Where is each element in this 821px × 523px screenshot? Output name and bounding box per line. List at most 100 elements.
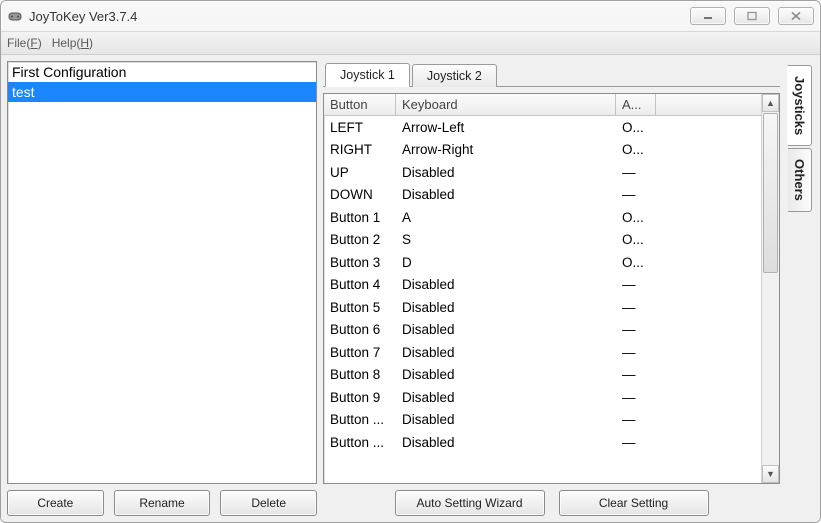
table-body: LEFTArrow-LeftO...RIGHTArrow-RightO...UP… xyxy=(324,116,761,454)
cell-keyboard: Arrow-Right xyxy=(396,142,616,157)
left-panel: First Configurationtest Create Rename De… xyxy=(7,61,317,516)
cell-button: DOWN xyxy=(324,187,396,202)
cell-a: O... xyxy=(616,255,656,270)
cell-a: — xyxy=(616,277,656,292)
main-panel: Joystick 1 Joystick 2 Button Keyboard A.… xyxy=(323,61,780,516)
joystick-tabs: Joystick 1 Joystick 2 xyxy=(323,61,780,87)
cell-keyboard: Disabled xyxy=(396,322,616,337)
app-icon xyxy=(7,8,23,24)
cell-a: — xyxy=(616,390,656,405)
list-item[interactable]: test xyxy=(8,82,316,102)
cell-keyboard: Disabled xyxy=(396,165,616,180)
cell-keyboard: Disabled xyxy=(396,435,616,450)
cell-button: Button 9 xyxy=(324,390,396,405)
table-row[interactable]: Button 1AO... xyxy=(324,206,761,229)
table-row[interactable]: LEFTArrow-LeftO... xyxy=(324,116,761,139)
col-header-a[interactable]: A... xyxy=(616,94,656,115)
vtab-joysticks[interactable]: Joysticks xyxy=(787,65,812,146)
clear-setting-button[interactable]: Clear Setting xyxy=(559,490,709,516)
cell-keyboard: D xyxy=(396,255,616,270)
cell-button: Button 8 xyxy=(324,367,396,382)
auto-setting-wizard-button[interactable]: Auto Setting Wizard xyxy=(395,490,545,516)
menubar: File(F) Help(H) xyxy=(1,31,820,55)
cell-keyboard: Disabled xyxy=(396,367,616,382)
cell-keyboard: A xyxy=(396,210,616,225)
cell-a: — xyxy=(616,165,656,180)
tab-joystick-2[interactable]: Joystick 2 xyxy=(412,64,497,87)
cell-a: — xyxy=(616,322,656,337)
cell-keyboard: Disabled xyxy=(396,187,616,202)
config-listbox[interactable]: First Configurationtest xyxy=(7,61,317,484)
col-header-spacer xyxy=(656,94,761,115)
cell-button: LEFT xyxy=(324,120,396,135)
create-button[interactable]: Create xyxy=(7,490,104,516)
table-row[interactable]: RIGHTArrow-RightO... xyxy=(324,139,761,162)
table-row[interactable]: Button 2SO... xyxy=(324,229,761,252)
cell-button: Button ... xyxy=(324,435,396,450)
config-button-row: Create Rename Delete xyxy=(7,490,317,516)
vertical-tabs: Joysticks Others xyxy=(786,61,814,516)
window-buttons xyxy=(690,7,814,25)
cell-keyboard: Disabled xyxy=(396,345,616,360)
table-row[interactable]: Button 9Disabled— xyxy=(324,386,761,409)
table-header: Button Keyboard A... xyxy=(324,94,761,116)
client-area: First Configurationtest Create Rename De… xyxy=(1,55,820,522)
menu-file[interactable]: File(F) xyxy=(7,36,42,50)
scroll-down-icon[interactable]: ▼ xyxy=(762,465,779,483)
cell-button: Button 5 xyxy=(324,300,396,315)
col-header-button[interactable]: Button xyxy=(324,94,396,115)
cell-button: Button 3 xyxy=(324,255,396,270)
cell-a: — xyxy=(616,367,656,382)
cell-button: Button 2 xyxy=(324,232,396,247)
table-row[interactable]: Button 6Disabled— xyxy=(324,319,761,342)
maximize-button[interactable] xyxy=(734,7,770,25)
cell-button: Button ... xyxy=(324,412,396,427)
table-row[interactable]: Button ...Disabled— xyxy=(324,431,761,454)
scroll-up-icon[interactable]: ▲ xyxy=(762,94,779,112)
window-title: JoyToKey Ver3.7.4 xyxy=(29,9,690,24)
cell-button: UP xyxy=(324,165,396,180)
cell-keyboard: Disabled xyxy=(396,390,616,405)
mapping-table[interactable]: Button Keyboard A... LEFTArrow-LeftO...R… xyxy=(324,94,761,483)
cell-button: Button 7 xyxy=(324,345,396,360)
cell-keyboard: Disabled xyxy=(396,412,616,427)
cell-keyboard: Disabled xyxy=(396,300,616,315)
vertical-scrollbar[interactable]: ▲ ▼ xyxy=(761,94,779,483)
app-window: JoyToKey Ver3.7.4 File(F) Help(H) First … xyxy=(0,0,821,523)
cell-button: Button 4 xyxy=(324,277,396,292)
cell-a: O... xyxy=(616,210,656,225)
cell-a: — xyxy=(616,412,656,427)
table-row[interactable]: Button 7Disabled— xyxy=(324,341,761,364)
cell-a: — xyxy=(616,300,656,315)
cell-keyboard: Arrow-Left xyxy=(396,120,616,135)
menu-help[interactable]: Help(H) xyxy=(52,36,93,50)
vtab-others[interactable]: Others xyxy=(788,148,812,212)
cell-a: — xyxy=(616,435,656,450)
table-row[interactable]: Button 4Disabled— xyxy=(324,274,761,297)
table-row[interactable]: Button 3DO... xyxy=(324,251,761,274)
table-row[interactable]: Button 8Disabled— xyxy=(324,364,761,387)
cell-keyboard: S xyxy=(396,232,616,247)
action-row: Auto Setting Wizard Clear Setting xyxy=(323,490,780,516)
table-row[interactable]: Button 5Disabled— xyxy=(324,296,761,319)
cell-keyboard: Disabled xyxy=(396,277,616,292)
cell-button: Button 1 xyxy=(324,210,396,225)
cell-a: O... xyxy=(616,232,656,247)
close-button[interactable] xyxy=(778,7,814,25)
delete-button[interactable]: Delete xyxy=(220,490,317,516)
table-row[interactable]: DOWNDisabled— xyxy=(324,184,761,207)
cell-a: — xyxy=(616,187,656,202)
mapping-table-wrap: Button Keyboard A... LEFTArrow-LeftO...R… xyxy=(323,93,780,484)
rename-button[interactable]: Rename xyxy=(114,490,211,516)
cell-a: O... xyxy=(616,120,656,135)
scroll-thumb[interactable] xyxy=(763,113,778,273)
col-header-keyboard[interactable]: Keyboard xyxy=(396,94,616,115)
minimize-button[interactable] xyxy=(690,7,726,25)
list-item[interactable]: First Configuration xyxy=(8,62,316,82)
cell-a: O... xyxy=(616,142,656,157)
table-row[interactable]: UPDisabled— xyxy=(324,161,761,184)
table-row[interactable]: Button ...Disabled— xyxy=(324,409,761,432)
tab-joystick-1[interactable]: Joystick 1 xyxy=(325,63,410,87)
cell-button: Button 6 xyxy=(324,322,396,337)
cell-a: — xyxy=(616,345,656,360)
